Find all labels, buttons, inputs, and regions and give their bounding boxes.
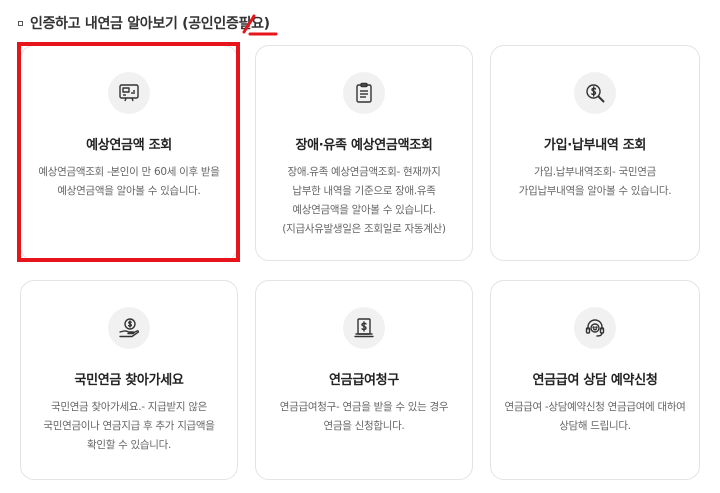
card-expected-pension[interactable]: 예상연금액 조회 예상연금액조회 -본인이 만 60세 이후 받을 예상연금액을… (20, 45, 238, 261)
card-find-national-pension[interactable]: 국민연금 찾아가세요 국민연금 찾아가세요.- 지급받지 않은 국민연금이나 연… (20, 280, 238, 480)
section-heading: 인증하고 내연금 알아보기 (공인인증필요) (18, 12, 270, 34)
card-description: 연금급여 -상담예약신청 연금급여에 대하여 상담해 드립니다. (504, 401, 686, 432)
card-title: 예상연금액 조회 (86, 138, 172, 153)
card-title: 장애·유족 예상연금액조회 (295, 138, 433, 153)
card-title: 연금급여청구 (329, 373, 399, 388)
card-disability-survivor-pension[interactable]: 장애·유족 예상연금액조회 장애.유족 예상연금액조회- 현재까지 납부한 내역… (255, 45, 473, 261)
card-description: 예상연금액조회 -본인이 만 60세 이후 받을 예상연금액을 알아볼 수 있습… (38, 166, 220, 197)
card-pension-benefit-claim[interactable]: 연금급여청구 연금급여청구- 연금을 받을 수 있는 경우 연금을 신청합니다. (255, 280, 473, 480)
card-description: 가입.납부내역조회- 국민연금 가입납부내역을 알아볼 수 있습니다. (518, 166, 672, 197)
card-pension-consultation-reservation[interactable]: 연금급여 상담 예약신청 연금급여 -상담예약신청 연금급여에 대하여 상담해 … (490, 280, 700, 480)
headset-icon (574, 307, 616, 349)
clipboard-icon (343, 72, 385, 114)
pension-claim-icon (343, 307, 385, 349)
card-enrollment-payment-history[interactable]: 가입·납부내역 조회 가입.납부내역조회- 국민연금 가입납부내역을 알아볼 수… (490, 45, 700, 261)
hand-coin-icon (108, 307, 150, 349)
section-title: 인증하고 내연금 알아보기 (공인인증필요) (30, 16, 270, 32)
card-description: 국민연금 찾아가세요.- 지급받지 않은 국민연금이나 연금지급 후 추가 지급… (43, 401, 215, 451)
monitor-chart-icon (108, 72, 150, 114)
bullet-icon (18, 21, 23, 26)
card-title: 국민연금 찾아가세요 (74, 373, 184, 388)
card-description: 연금급여청구- 연금을 받을 수 있는 경우 연금을 신청합니다. (279, 401, 449, 432)
card-title: 연금급여 상담 예약신청 (532, 373, 658, 388)
card-description: 장애.유족 예상연금액조회- 현재까지 납부한 내역을 기준으로 장애.유족 예… (282, 166, 446, 235)
card-title: 가입·납부내역 조회 (543, 138, 647, 153)
dollar-search-icon (574, 72, 616, 114)
